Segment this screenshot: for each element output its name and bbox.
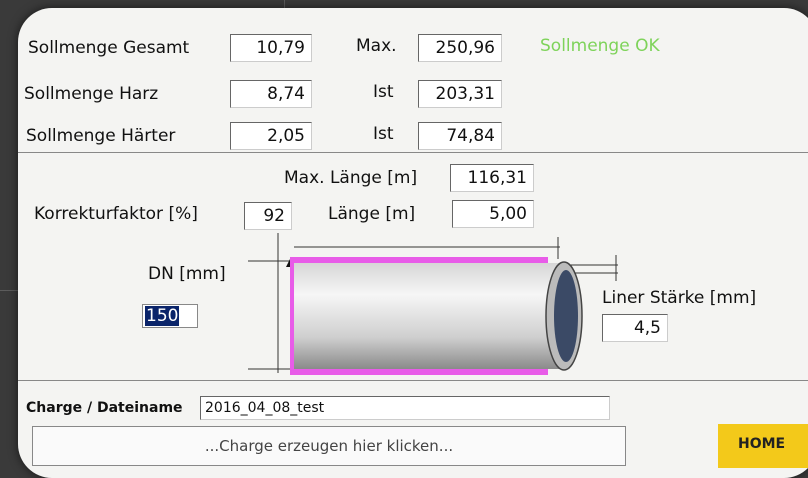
ist-haerter-field: 74,84 (418, 122, 502, 150)
liner-label: Liner Stärke [mm] (602, 288, 757, 308)
ist-harz-label: Ist (373, 82, 394, 102)
ist-haerter-label: Ist (373, 124, 394, 144)
dn-label: DN [mm] (148, 264, 226, 284)
liner-field[interactable]: 4,5 (602, 314, 668, 342)
status-text: Sollmenge OK (540, 36, 660, 56)
sollmenge-harz-field: 8,74 (230, 80, 312, 108)
home-button[interactable]: HOME (718, 424, 808, 468)
touch-panel-screen: Sollmenge Gesamt 10,79 Max. 250,96 Sollm… (18, 8, 808, 478)
sollmenge-gesamt-field: 10,79 (230, 34, 312, 62)
separator (18, 380, 808, 381)
sollmenge-haerter-field: 2,05 (230, 122, 312, 150)
sollmenge-harz-label: Sollmenge Harz (24, 84, 159, 104)
sollmenge-haerter-label: Sollmenge Härter (26, 126, 176, 146)
max-field: 250,96 (418, 34, 502, 62)
charge-label: Charge / Dateiname (26, 400, 183, 416)
pipe-diagram-icon (248, 233, 618, 375)
create-charge-button[interactable]: ...Charge erzeugen hier klicken... (32, 426, 626, 466)
correction-label: Korrekturfaktor [%] (34, 204, 198, 224)
correction-field[interactable]: 92 (244, 202, 292, 230)
ist-harz-field: 203,31 (418, 80, 502, 108)
max-length-label: Max. Länge [m] (284, 168, 418, 188)
charge-field[interactable]: 2016_04_08_test (200, 396, 610, 420)
sollmenge-gesamt-label: Sollmenge Gesamt (28, 38, 190, 58)
length-label: Länge [m] (328, 204, 416, 224)
dn-value: 150 (145, 306, 180, 326)
max-label: Max. (356, 36, 397, 56)
max-length-field: 116,31 (450, 164, 534, 192)
dn-input[interactable]: 150 (142, 304, 198, 328)
length-field[interactable]: 5,00 (452, 200, 534, 228)
separator (18, 152, 808, 153)
